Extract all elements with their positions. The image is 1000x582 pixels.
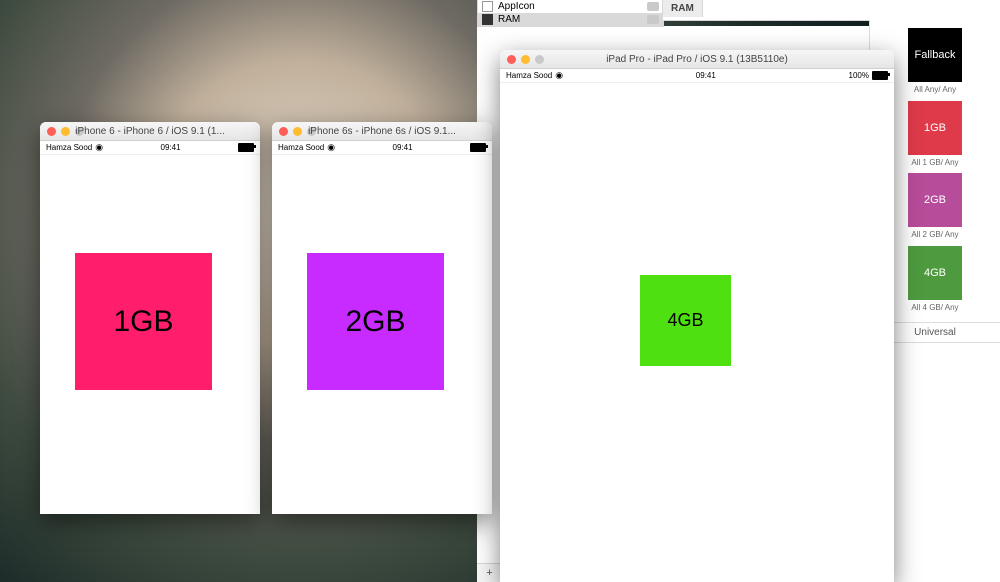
carrier-label: Hamza Sood xyxy=(506,71,552,80)
wifi-icon: ◉ xyxy=(555,70,563,81)
zoom-icon[interactable] xyxy=(75,127,84,136)
zoom-icon[interactable] xyxy=(307,127,316,136)
asset-catalog-list: AppIcon RAM xyxy=(477,0,664,27)
ram-square-label: 2GB xyxy=(345,305,405,339)
swatch-4gb: 4GB xyxy=(908,246,962,300)
asset-meta: All 2 GB/ Any xyxy=(911,230,958,240)
swatch-2gb: 2GB xyxy=(908,173,962,227)
battery-icon xyxy=(872,71,888,80)
asset-row-label: AppIcon xyxy=(498,1,535,12)
swatch-fallback: Fallback xyxy=(908,28,962,82)
asset-meta: All 4 GB/ Any xyxy=(911,303,958,313)
close-icon[interactable] xyxy=(279,127,288,136)
status-time: 09:41 xyxy=(393,143,413,152)
status-bar: Hamza Sood◉ 09:41 100% xyxy=(500,69,894,83)
zoom-icon[interactable] xyxy=(535,55,544,64)
asset-slot-4gb[interactable]: 4GB All 4 GB/ Any xyxy=(908,246,962,313)
ram-square-label: 1GB xyxy=(113,305,173,339)
asset-slot-1gb[interactable]: 1GB All 1 GB/ Any xyxy=(908,101,962,168)
app-canvas: 4GB xyxy=(500,83,894,582)
ram-thumb-icon xyxy=(482,14,493,25)
ram-square: 2GB xyxy=(307,253,444,390)
battery-percent: 100% xyxy=(849,71,869,80)
simulator-window-iphone6s[interactable]: iPhone 6s - iPhone 6s / iOS 9.1... Hamza… xyxy=(272,122,492,514)
asset-slot-fallback[interactable]: Fallback All Any/ Any xyxy=(908,28,962,95)
asset-detail-header: RAM xyxy=(662,0,1000,21)
asset-row-badge-icon xyxy=(647,2,659,11)
carrier-label: Hamza Sood xyxy=(46,143,92,152)
simulator-window-iphone6[interactable]: iPhone 6 - iPhone 6 / iOS 9.1 (1... Hamz… xyxy=(40,122,260,514)
window-title: iPad Pro - iPad Pro / iOS 9.1 (13B5110e) xyxy=(500,54,894,65)
asset-row-badge-icon xyxy=(647,15,659,24)
status-bar: Hamza Sood◉ 09:41 xyxy=(40,141,260,155)
wifi-icon: ◉ xyxy=(95,142,103,153)
asset-row-appicon[interactable]: AppIcon xyxy=(478,0,663,13)
battery-icon xyxy=(470,143,486,152)
titlebar[interactable]: iPad Pro - iPad Pro / iOS 9.1 (13B5110e) xyxy=(500,50,894,69)
close-icon[interactable] xyxy=(507,55,516,64)
titlebar[interactable]: iPhone 6 - iPhone 6 / iOS 9.1 (1... xyxy=(40,122,260,141)
swatch-1gb: 1GB xyxy=(908,101,962,155)
add-asset-button[interactable]: + xyxy=(483,567,496,580)
status-time: 09:41 xyxy=(696,71,716,80)
simulator-window-ipadpro[interactable]: iPad Pro - iPad Pro / iOS 9.1 (13B5110e)… xyxy=(500,50,894,582)
asset-meta: All Any/ Any xyxy=(914,85,956,95)
asset-meta: All 1 GB/ Any xyxy=(911,158,958,168)
asset-detail-tab[interactable]: RAM xyxy=(663,0,703,17)
asset-row-label: RAM xyxy=(498,14,520,25)
carrier-label: Hamza Sood xyxy=(278,143,324,152)
status-time: 09:41 xyxy=(161,143,181,152)
battery-icon xyxy=(238,143,254,152)
asset-slot-2gb[interactable]: 2GB All 2 GB/ Any xyxy=(908,173,962,240)
app-canvas: 2GB xyxy=(272,155,492,514)
status-bar: Hamza Sood◉ 09:41 xyxy=(272,141,492,155)
app-canvas: 1GB xyxy=(40,155,260,514)
wifi-icon: ◉ xyxy=(327,142,335,153)
titlebar[interactable]: iPhone 6s - iPhone 6s / iOS 9.1... xyxy=(272,122,492,141)
close-icon[interactable] xyxy=(47,127,56,136)
minimize-icon[interactable] xyxy=(521,55,530,64)
ram-square: 4GB xyxy=(640,275,731,366)
ram-square-label: 4GB xyxy=(667,310,703,331)
ram-square: 1GB xyxy=(75,253,212,390)
appicon-thumb-icon xyxy=(482,1,493,12)
asset-row-ram[interactable]: RAM xyxy=(478,13,663,26)
minimize-icon[interactable] xyxy=(61,127,70,136)
minimize-icon[interactable] xyxy=(293,127,302,136)
